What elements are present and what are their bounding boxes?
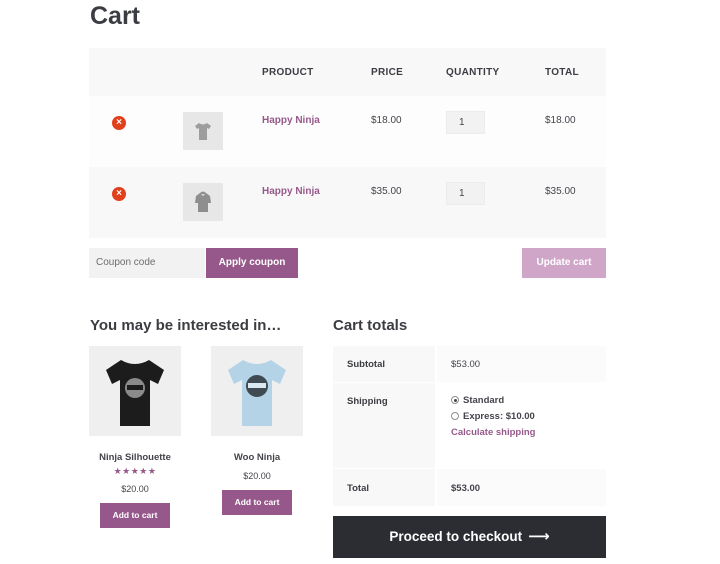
shipping-row: Shipping Standard Express: $10.00 Calcul… (333, 382, 606, 468)
header-quantity: QUANTITY (446, 67, 500, 78)
shipping-standard-option[interactable]: Standard (451, 395, 504, 406)
subtotal-label: Subtotal (347, 359, 385, 370)
update-cart-button[interactable]: Update cart (522, 248, 606, 278)
cart-totals-title: Cart totals (333, 317, 408, 334)
related-products-title: You may be interested in… (90, 317, 282, 334)
product-thumbnail[interactable] (183, 183, 223, 221)
quantity-input[interactable]: 1 (446, 111, 485, 134)
total-label: Total (347, 483, 369, 494)
cart-table: PRODUCT PRICE QUANTITY TOTAL × Happy Nin… (89, 48, 606, 238)
quantity-input[interactable]: 1 (446, 182, 485, 205)
cart-row: × Happy Ninja $18.00 1 $18.00 (89, 96, 606, 167)
line-total: $18.00 (545, 115, 576, 126)
cart-totals-table: Subtotal $53.00 Shipping Standard Expres… (333, 346, 606, 506)
product-price: $20.00 (243, 471, 271, 481)
product-price: $18.00 (371, 115, 402, 126)
checkout-label: Proceed to checkout (389, 529, 523, 544)
product-price: $20.00 (121, 484, 149, 494)
header-price: PRICE (371, 67, 404, 78)
add-to-cart-button[interactable]: Add to cart (100, 503, 170, 528)
total-value: $53.00 (451, 483, 481, 494)
line-total: $35.00 (545, 186, 576, 197)
product-price: $35.00 (371, 186, 402, 197)
product-image[interactable] (211, 346, 303, 436)
hoodie-icon (195, 191, 211, 212)
radio-unchecked-icon[interactable] (451, 412, 459, 420)
total-row: Total $53.00 (333, 468, 606, 506)
product-name-link[interactable]: Happy Ninja (262, 186, 320, 197)
cart-row: × Happy Ninja $35.00 1 $35.00 (89, 167, 606, 238)
product-name-link[interactable]: Happy Ninja (262, 115, 320, 126)
apply-coupon-button[interactable]: Apply coupon (206, 248, 298, 278)
subtotal-value: $53.00 (451, 359, 481, 370)
remove-item-icon[interactable]: × (112, 187, 126, 201)
product-name-link[interactable]: Woo Ninja (211, 452, 303, 463)
star-rating: ★★★★★ (113, 466, 157, 476)
radio-checked-icon[interactable] (451, 396, 459, 404)
cart-table-header: PRODUCT PRICE QUANTITY TOTAL (89, 48, 606, 96)
product-thumbnail[interactable] (183, 112, 223, 150)
product-image[interactable] (89, 346, 181, 436)
tshirt-icon (106, 360, 164, 426)
subtotal-row: Subtotal $53.00 (333, 346, 606, 382)
shipping-label: Shipping (347, 396, 388, 407)
related-product-card: Woo Ninja $20.00 Add to cart (211, 346, 303, 515)
add-to-cart-button[interactable]: Add to cart (222, 490, 292, 515)
tshirt-icon (228, 360, 286, 426)
header-total: TOTAL (545, 67, 579, 78)
product-name-link[interactable]: Ninja Silhouette (89, 452, 181, 463)
shipping-express-option[interactable]: Express: $10.00 (451, 411, 535, 422)
tshirt-icon (195, 123, 211, 140)
page-title: Cart (90, 2, 141, 30)
proceed-to-checkout-button[interactable]: Proceed to checkout ⟶ (333, 516, 606, 558)
arrow-right-icon: ⟶ (528, 528, 550, 545)
related-product-card: Ninja Silhouette ★★★★★ $20.00 Add to car… (89, 346, 181, 528)
coupon-code-input[interactable]: Coupon code (89, 248, 205, 278)
header-product: PRODUCT (262, 67, 314, 78)
remove-item-icon[interactable]: × (112, 116, 126, 130)
calculate-shipping-link[interactable]: Calculate shipping (451, 427, 535, 438)
